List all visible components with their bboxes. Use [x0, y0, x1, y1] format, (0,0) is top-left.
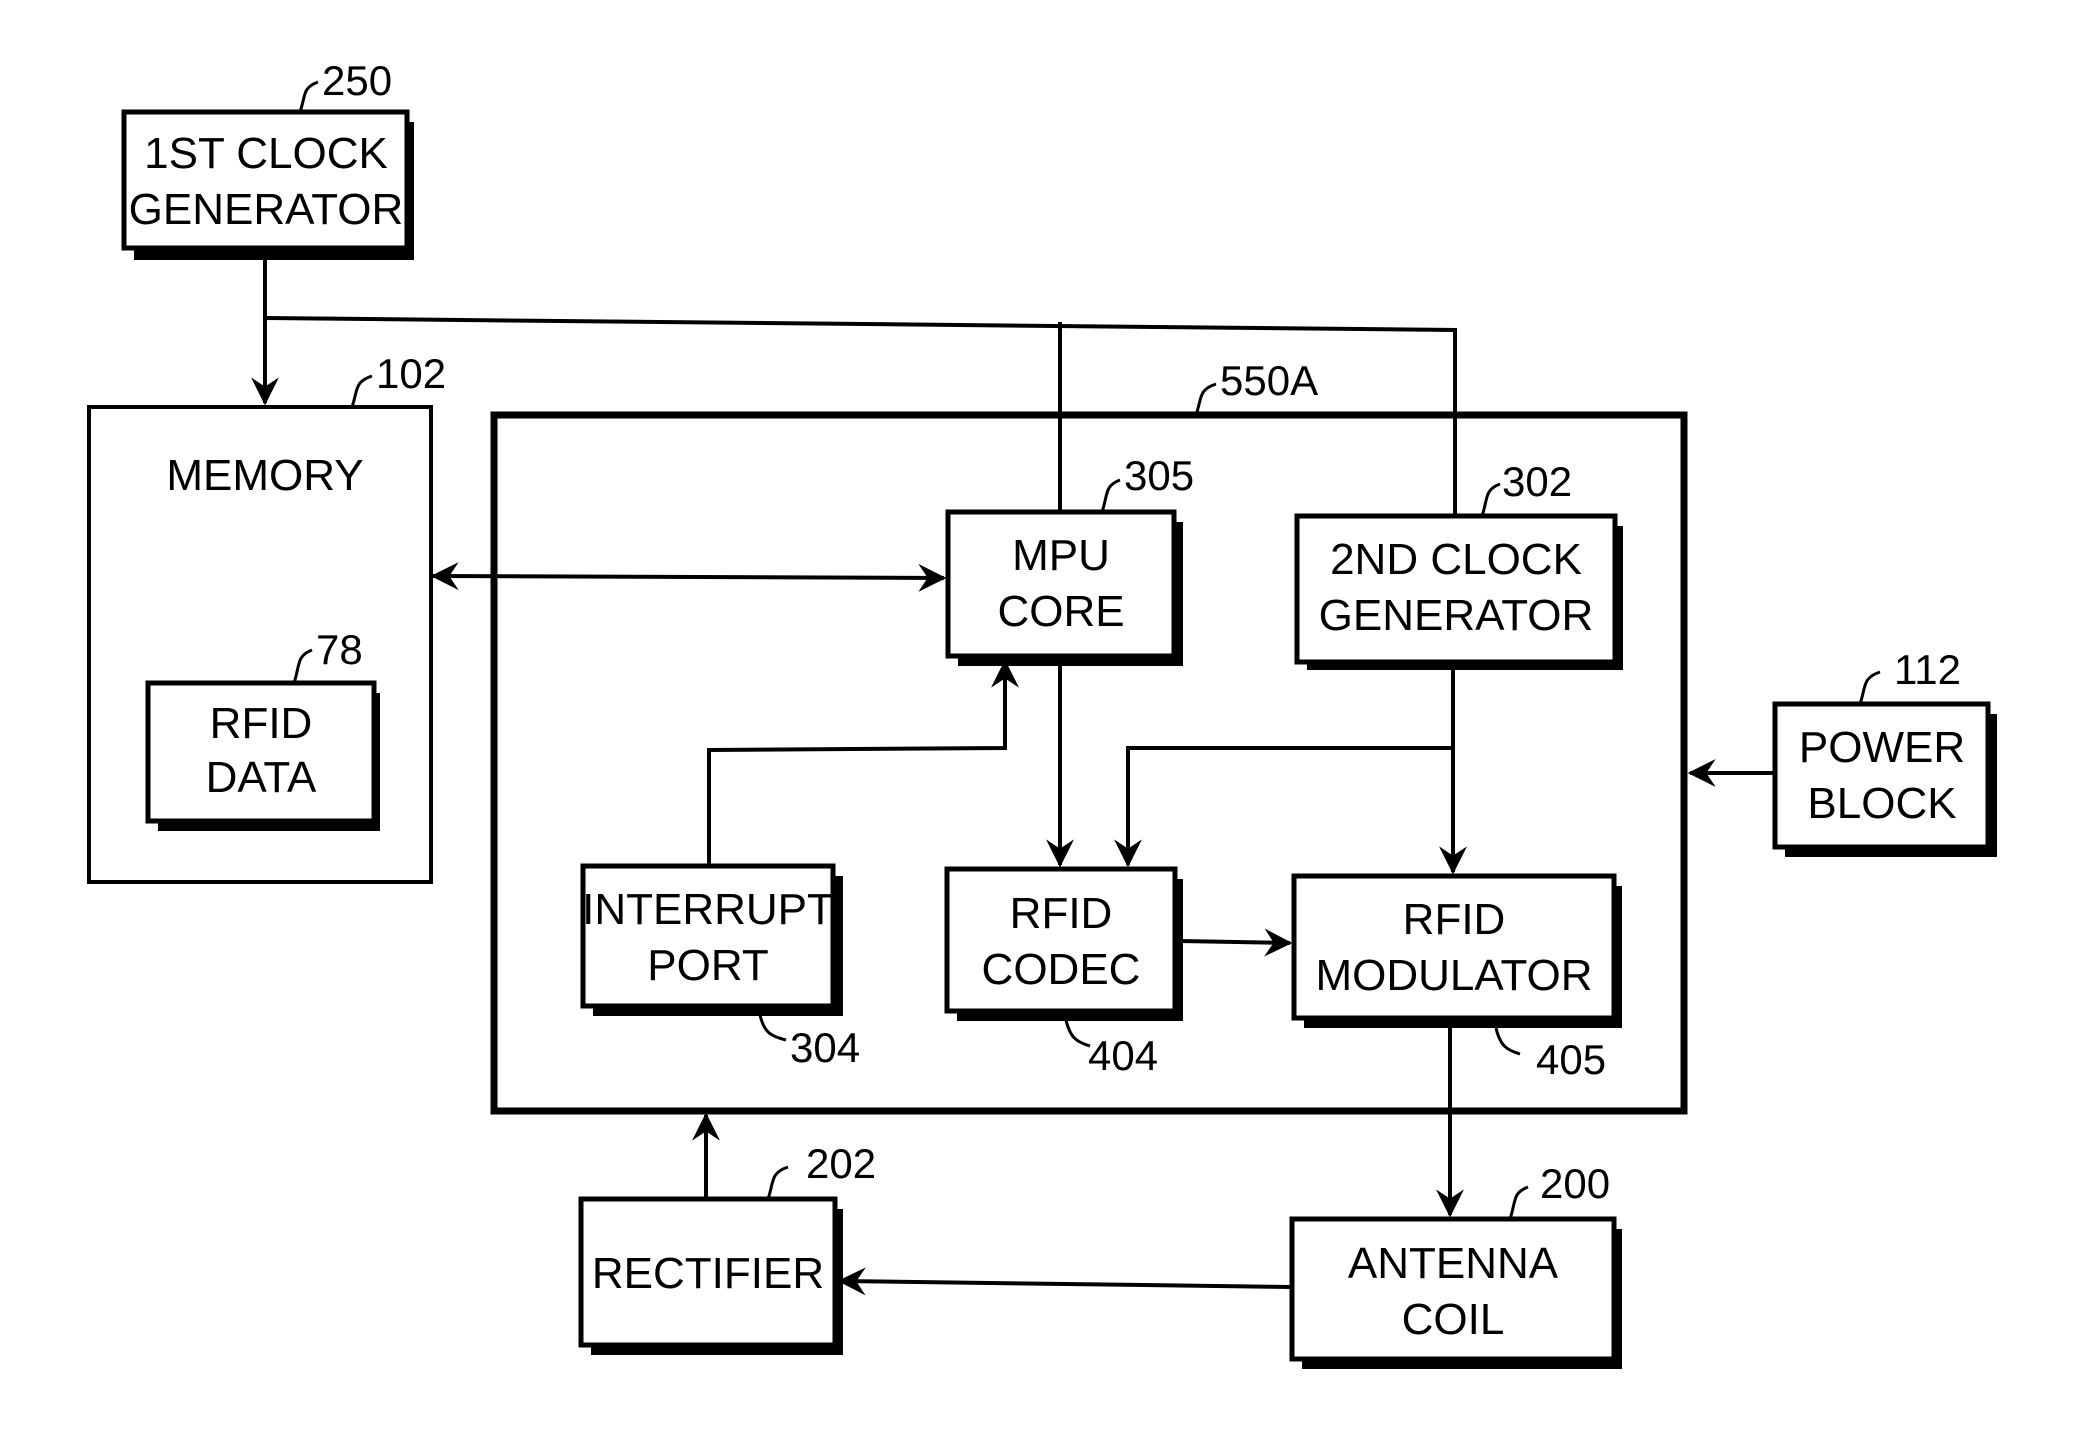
block-rfid-codec: RFID CODEC	[944, 866, 1183, 1021]
block-label-line: INTERRUPT	[582, 885, 834, 934]
block-diagram: 1ST CLOCK GENERATOR MEMORY RFID DATA MPU…	[87, 57, 1997, 1369]
block-label-line: POWER	[1799, 723, 1965, 772]
leader-line	[350, 374, 373, 408]
block-label-line: MPU	[1012, 531, 1110, 580]
block-power: POWER BLOCK	[1772, 701, 1997, 857]
block-antenna-coil: ANTENNA COIL	[1289, 1216, 1622, 1369]
block-mpu-core: MPU CORE	[945, 509, 1183, 666]
connector-antenna-to-rectifier	[837, 1267, 1293, 1296]
block-clock1: 1ST CLOCK GENERATOR	[121, 109, 414, 260]
connector-interrupt-to-mpu	[707, 659, 1019, 866]
block-rfid-modulator: RFID MODULATOR	[1291, 873, 1622, 1028]
block-label-line: RFID	[1010, 889, 1113, 938]
ref-numeral: 305	[1124, 452, 1194, 499]
leader-line	[1494, 1027, 1521, 1056]
connector-codec-to-modulator	[1179, 928, 1293, 957]
ref-numeral: 78	[316, 626, 363, 673]
leader-line	[758, 1014, 787, 1042]
block-label-line: RECTIFIER	[592, 1249, 824, 1298]
block-label-line: COIL	[1402, 1295, 1505, 1344]
leader-line	[1858, 670, 1881, 705]
connector-clock2-to-codec	[1114, 746, 1453, 868]
block-label-line: CORE	[997, 587, 1124, 636]
block-label-line: RFID	[210, 699, 313, 748]
ref-numeral: 202	[806, 1140, 876, 1187]
ref-numeral: 102	[376, 350, 446, 397]
block-label-line: BLOCK	[1807, 779, 1956, 828]
block-label-line: CODEC	[982, 945, 1141, 994]
block-interrupt-port: INTERRUPT PORT	[580, 863, 843, 1016]
block-label-line: DATA	[206, 753, 317, 802]
block-label-line: MEMORY	[166, 451, 363, 500]
ref-numeral: 302	[1502, 458, 1572, 505]
ref-numeral: 200	[1540, 1160, 1610, 1207]
leader-line	[766, 1165, 789, 1200]
leader-line	[1480, 482, 1501, 517]
leader-line	[1194, 382, 1217, 416]
block-rfid-data: RFID DATA	[145, 680, 380, 831]
block-label-line: GENERATOR	[1319, 591, 1594, 640]
block-label-line: MODULATOR	[1315, 951, 1592, 1000]
ref-numeral: 404	[1088, 1032, 1158, 1079]
connector-memory-mpu	[430, 562, 947, 592]
block-label-line: GENERATOR	[129, 185, 404, 234]
ref-numeral: 405	[1536, 1036, 1606, 1083]
ref-numeral: 250	[322, 57, 392, 104]
block-label-line: 1ST CLOCK	[144, 129, 388, 178]
block-label-line: 2ND CLOCK	[1330, 535, 1582, 584]
block-label-line: RFID	[1403, 895, 1506, 944]
leader-line	[1100, 478, 1121, 513]
block-clock2: 2ND CLOCK GENERATOR	[1294, 513, 1623, 670]
ref-numeral: 112	[1894, 646, 1961, 693]
block-label-line: PORT	[647, 941, 768, 990]
ref-numeral: 304	[790, 1024, 860, 1071]
block-label-line: ANTENNA	[1348, 1239, 1559, 1288]
leader-line	[1508, 1185, 1529, 1220]
leader-line	[1064, 1019, 1091, 1048]
ref-numeral: 550A	[1220, 357, 1318, 404]
leader-line	[298, 80, 319, 113]
block-rectifier: RECTIFIER	[578, 1196, 843, 1355]
